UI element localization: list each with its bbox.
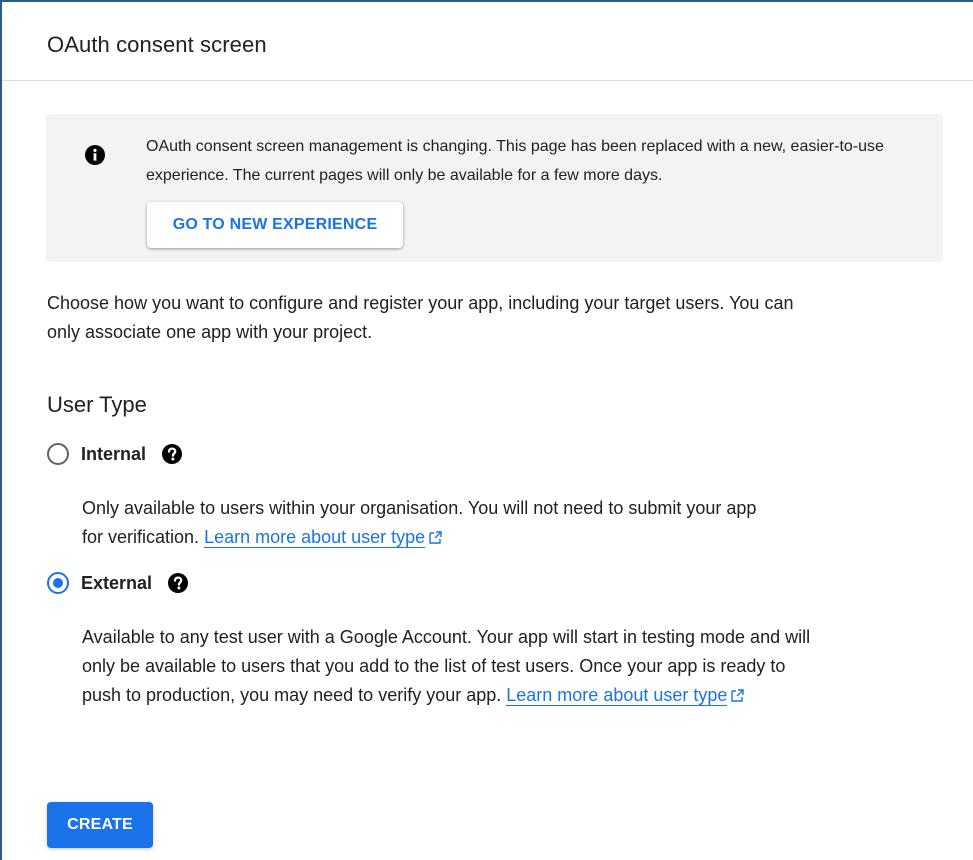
internal-learn-more-link[interactable]: Learn more about user type [204,527,426,548]
page-header: OAuth consent screen [2,2,973,81]
go-to-new-experience-button[interactable]: GO TO NEW EXPERIENCE [147,202,403,248]
internal-radio[interactable] [47,443,69,465]
external-link-icon[interactable] [429,531,442,544]
internal-label[interactable]: Internal [81,444,146,465]
help-icon[interactable] [168,573,189,593]
external-label[interactable]: External [81,573,152,594]
external-learn-more-link[interactable]: Learn more about user type [506,685,728,706]
external-description: Available to any test user with a Google… [82,623,822,710]
page-title: OAuth consent screen [47,32,267,57]
external-radio[interactable] [47,572,69,594]
help-icon[interactable] [162,444,183,464]
create-button[interactable]: CREATE [47,802,153,848]
info-icon [85,145,105,165]
user-type-external-row: External [47,572,189,594]
banner-message: OAuth consent screen management is chang… [146,138,884,184]
intro-text: Choose how you want to configure and reg… [47,293,794,342]
user-type-heading: User Type [47,392,147,417]
internal-description: Only available to users within your orga… [82,494,782,552]
info-banner: OAuth consent screen management is chang… [46,114,943,262]
user-type-internal-row: Internal [47,443,183,465]
external-link-icon[interactable] [731,689,745,702]
